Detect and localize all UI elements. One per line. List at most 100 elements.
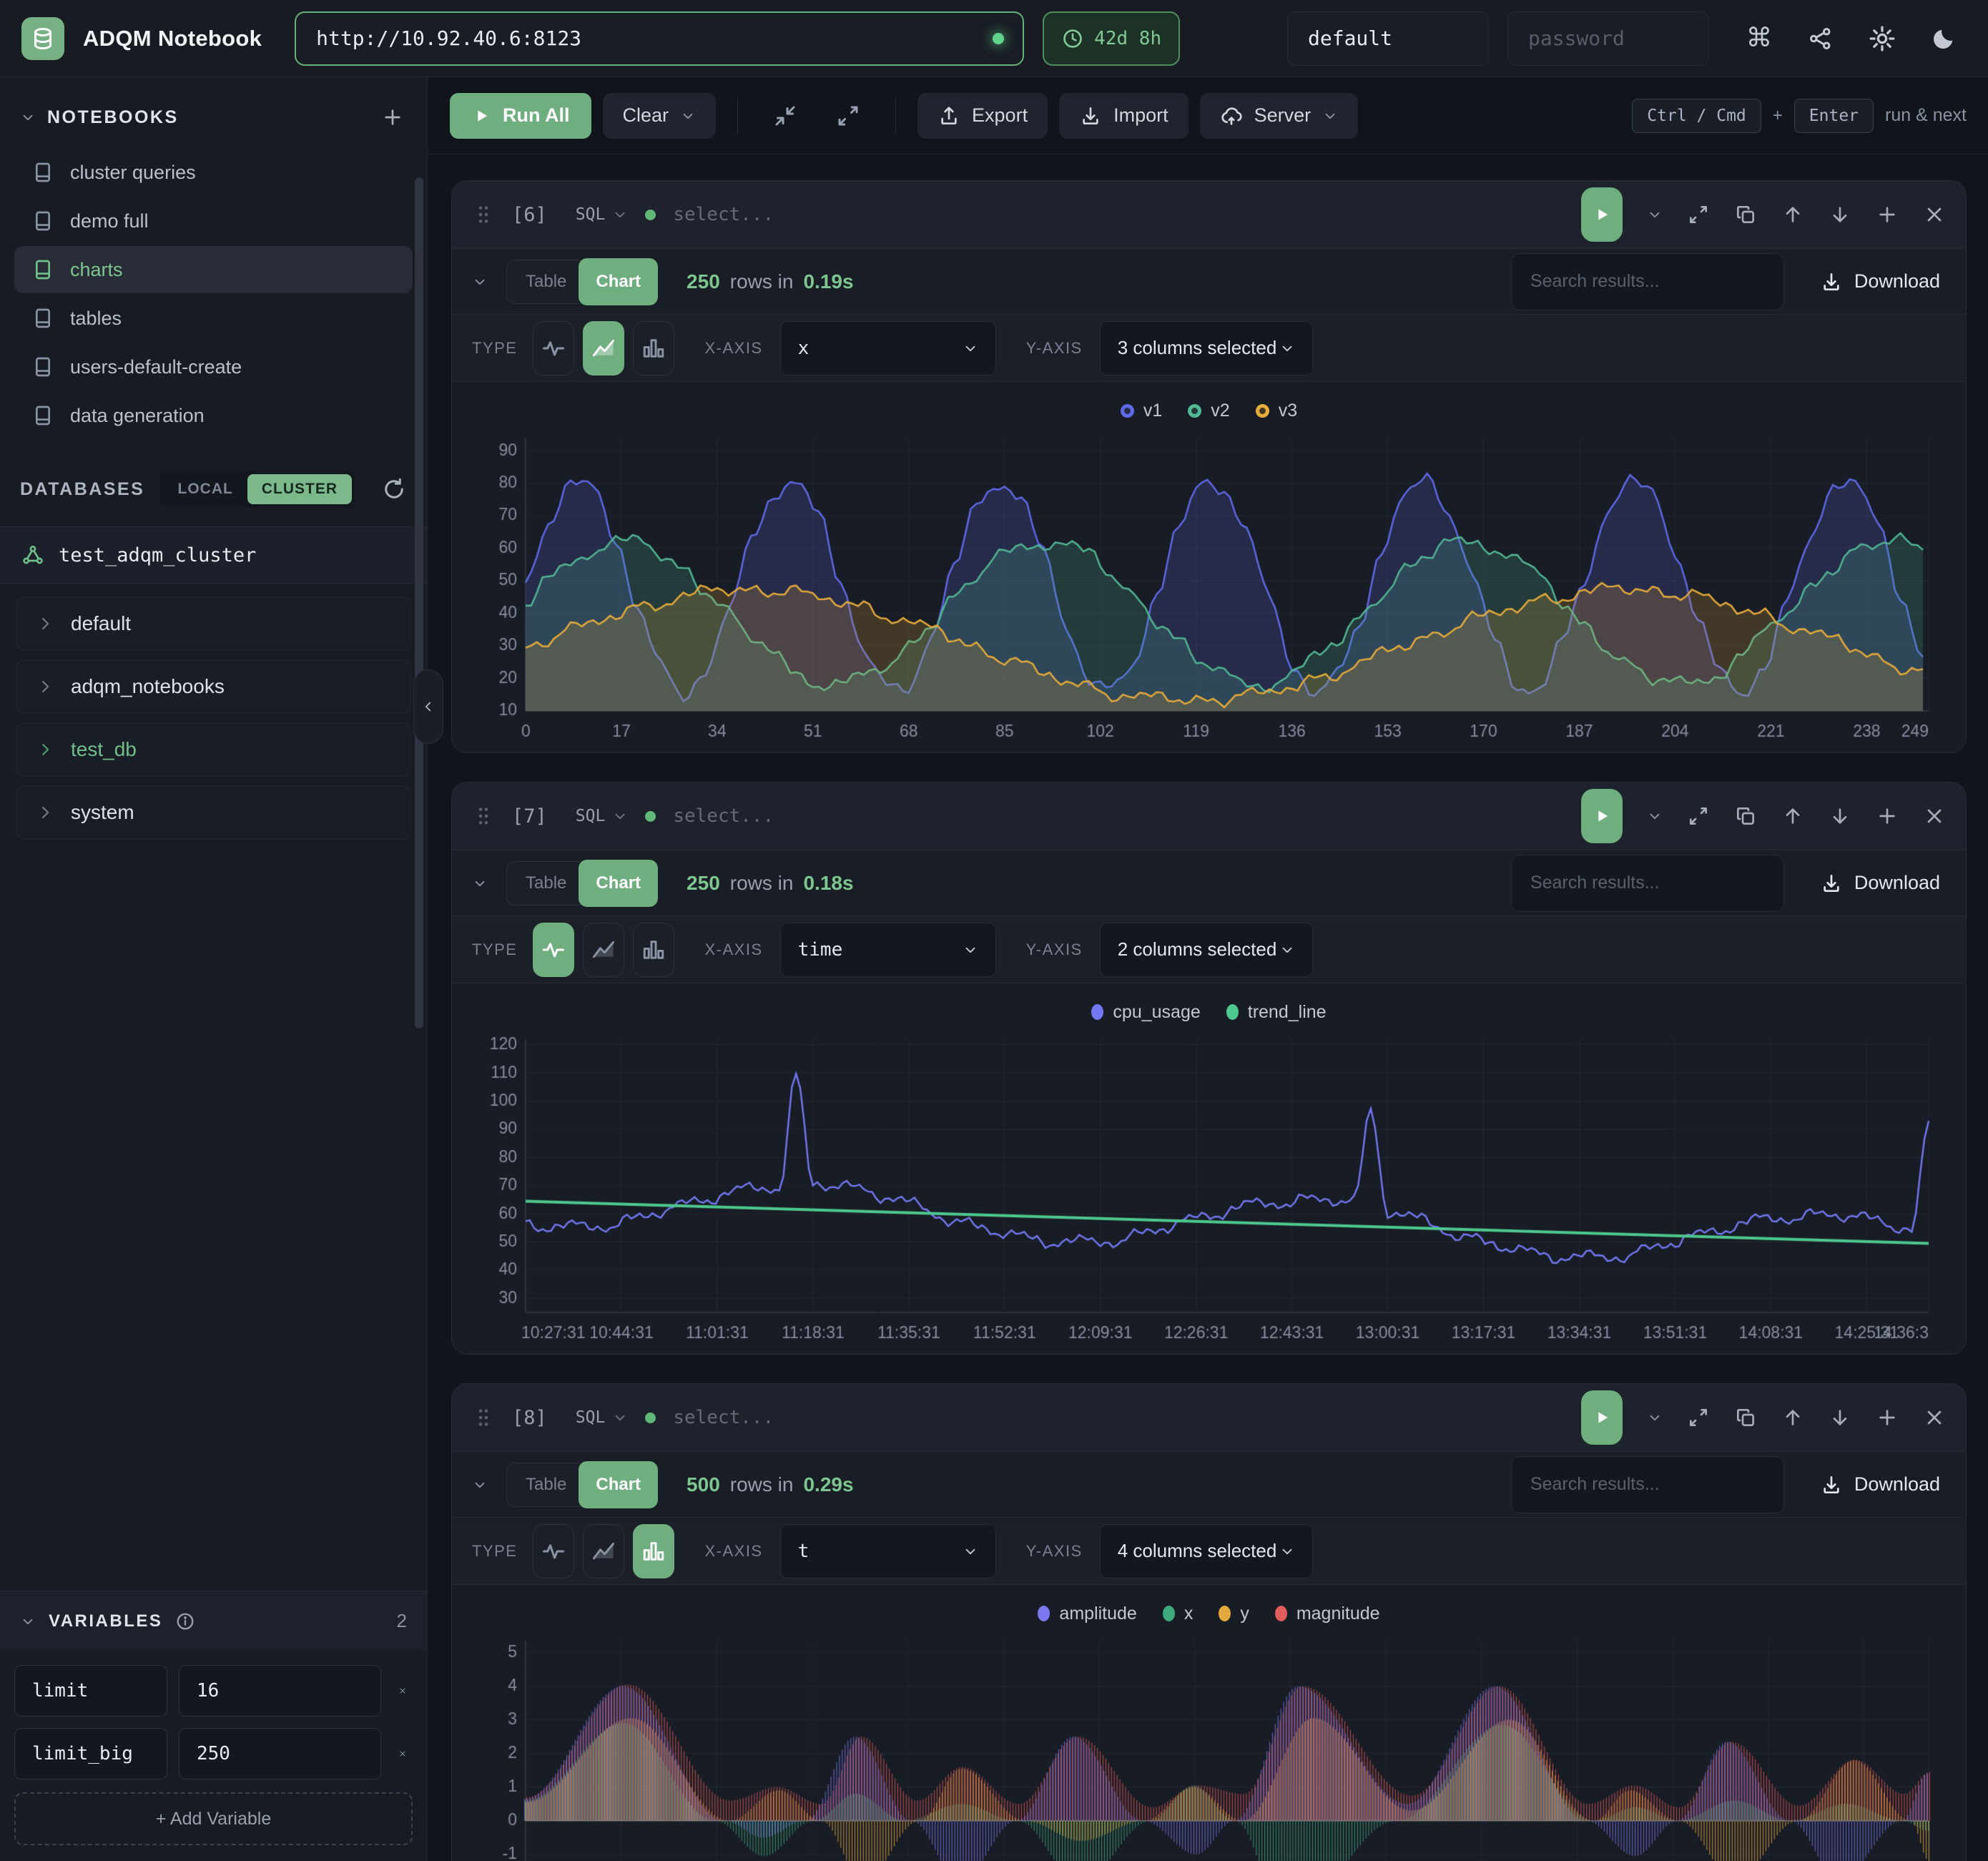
drag-handle-icon[interactable]: [472, 805, 495, 828]
server-url-input[interactable]: http://10.92.40.6:8123: [295, 11, 1024, 66]
export-button[interactable]: Export: [917, 93, 1048, 139]
chevron-down-icon[interactable]: [20, 1614, 36, 1629]
table-tab[interactable]: Table: [506, 260, 586, 304]
cell-language-selector[interactable]: SQL: [576, 807, 629, 825]
legend-item-v3[interactable]: v3: [1256, 401, 1297, 421]
run-cell-button[interactable]: [1581, 789, 1623, 843]
server-button[interactable]: Server: [1200, 93, 1359, 139]
sidebar-item-tables[interactable]: tables: [14, 295, 413, 342]
legend-item-v2[interactable]: v2: [1188, 401, 1229, 421]
legend-item-trend_line[interactable]: trend_line: [1226, 1002, 1327, 1023]
database-item-system[interactable]: system: [16, 785, 411, 840]
move-cell-down-icon[interactable]: [1829, 805, 1851, 828]
table-tab[interactable]: Table: [506, 1463, 586, 1507]
search-results-input[interactable]: Search results...: [1511, 1456, 1784, 1513]
drag-handle-icon[interactable]: [472, 203, 495, 226]
chart-tab[interactable]: Chart: [579, 860, 658, 907]
delete-cell-icon[interactable]: [1923, 805, 1946, 828]
legend-item-cpu_usage[interactable]: cpu_usage: [1091, 1002, 1200, 1023]
command-icon[interactable]: ⌘: [1745, 24, 1773, 53]
run-all-button[interactable]: Run All: [450, 93, 591, 139]
line-type-button[interactable]: [533, 321, 574, 375]
share-icon[interactable]: [1808, 26, 1834, 51]
password-field[interactable]: password: [1507, 11, 1709, 66]
download-button[interactable]: Download: [1820, 872, 1940, 895]
database-item-test_db[interactable]: test_db: [16, 722, 411, 777]
delete-cell-icon[interactable]: [1923, 1406, 1946, 1429]
expand-all-icon[interactable]: [835, 103, 861, 129]
info-icon[interactable]: [175, 1611, 195, 1631]
collapse-results-icon[interactable]: [472, 1477, 488, 1493]
search-results-input[interactable]: Search results...: [1511, 253, 1784, 310]
local-toggle-option[interactable]: LOCAL: [164, 474, 247, 504]
dark-mode-icon[interactable]: [1931, 26, 1957, 51]
move-cell-down-icon[interactable]: [1829, 1406, 1851, 1429]
add-variable-button[interactable]: + Add Variable: [14, 1792, 413, 1845]
refresh-databases-icon[interactable]: [381, 476, 407, 502]
run-options-chevron-icon[interactable]: [1647, 808, 1663, 824]
move-cell-up-icon[interactable]: [1781, 1406, 1804, 1429]
sidebar-item-cluster-queries[interactable]: cluster queries: [14, 149, 413, 196]
chevron-down-icon[interactable]: [20, 109, 36, 125]
add-cell-icon[interactable]: [1876, 203, 1899, 226]
move-cell-up-icon[interactable]: [1781, 203, 1804, 226]
collapse-all-icon[interactable]: [772, 103, 798, 129]
table-tab[interactable]: Table: [506, 861, 586, 905]
add-notebook-button[interactable]: [381, 106, 404, 129]
bar-type-button[interactable]: [633, 923, 674, 977]
add-cell-icon[interactable]: [1876, 805, 1899, 828]
cell-language-selector[interactable]: SQL: [576, 205, 629, 224]
legend-item-x[interactable]: x: [1163, 1604, 1194, 1624]
run-options-chevron-icon[interactable]: [1647, 207, 1663, 222]
remove-variable-icon[interactable]: [393, 1744, 413, 1764]
x-axis-select[interactable]: t: [780, 1524, 996, 1578]
search-results-input[interactable]: Search results...: [1511, 855, 1784, 912]
move-cell-up-icon[interactable]: [1781, 805, 1804, 828]
collapse-results-icon[interactable]: [472, 875, 488, 891]
x-axis-select[interactable]: time: [780, 923, 996, 977]
area-type-button[interactable]: [583, 923, 624, 977]
legend-item-y[interactable]: y: [1219, 1604, 1249, 1624]
y-axis-select[interactable]: 3 columns selected: [1100, 321, 1313, 375]
cell-language-selector[interactable]: SQL: [576, 1408, 629, 1427]
sidebar-item-users-default-create[interactable]: users-default-create: [14, 343, 413, 391]
legend-item-magnitude[interactable]: magnitude: [1275, 1604, 1380, 1624]
import-button[interactable]: Import: [1059, 93, 1189, 139]
legend-item-v1[interactable]: v1: [1121, 401, 1162, 421]
variable-name-input[interactable]: limit_big: [14, 1728, 167, 1779]
area-type-button[interactable]: [583, 321, 624, 375]
bar-type-button[interactable]: [633, 1524, 674, 1578]
settings-icon[interactable]: [1868, 24, 1896, 53]
database-item-adqm_notebooks[interactable]: adqm_notebooks: [16, 659, 411, 714]
chart-tab[interactable]: Chart: [579, 258, 658, 305]
sidebar-scrollbar[interactable]: [415, 177, 423, 1028]
cluster-toggle-option[interactable]: CLUSTER: [247, 474, 352, 504]
line-type-button[interactable]: [533, 923, 574, 977]
username-field[interactable]: default: [1287, 11, 1489, 66]
y-axis-select[interactable]: 2 columns selected: [1100, 923, 1313, 977]
cluster-name-row[interactable]: test_adqm_cluster: [0, 526, 427, 584]
drag-handle-icon[interactable]: [472, 1406, 495, 1429]
run-cell-button[interactable]: [1581, 1390, 1623, 1445]
x-axis-select[interactable]: x: [780, 321, 996, 375]
expand-cell-icon[interactable]: [1687, 805, 1710, 828]
area-type-button[interactable]: [583, 1524, 624, 1578]
run-options-chevron-icon[interactable]: [1647, 1410, 1663, 1425]
legend-item-amplitude[interactable]: amplitude: [1038, 1604, 1136, 1624]
variable-name-input[interactable]: limit: [14, 1665, 167, 1717]
delete-cell-icon[interactable]: [1923, 203, 1946, 226]
download-button[interactable]: Download: [1820, 270, 1940, 293]
variable-value-input[interactable]: 16: [179, 1665, 381, 1717]
variable-value-input[interactable]: 250: [179, 1728, 381, 1779]
expand-cell-icon[interactable]: [1687, 203, 1710, 226]
remove-variable-icon[interactable]: [393, 1681, 413, 1701]
sidebar-item-demo-full[interactable]: demo full: [14, 197, 413, 245]
database-item-default[interactable]: default: [16, 596, 411, 651]
collapse-results-icon[interactable]: [472, 274, 488, 290]
expand-cell-icon[interactable]: [1687, 1406, 1710, 1429]
run-cell-button[interactable]: [1581, 187, 1623, 242]
duplicate-cell-icon[interactable]: [1734, 805, 1757, 828]
sidebar-collapse-handle[interactable]: [413, 669, 443, 744]
sidebar-item-data-generation[interactable]: data generation: [14, 392, 413, 439]
move-cell-down-icon[interactable]: [1829, 203, 1851, 226]
